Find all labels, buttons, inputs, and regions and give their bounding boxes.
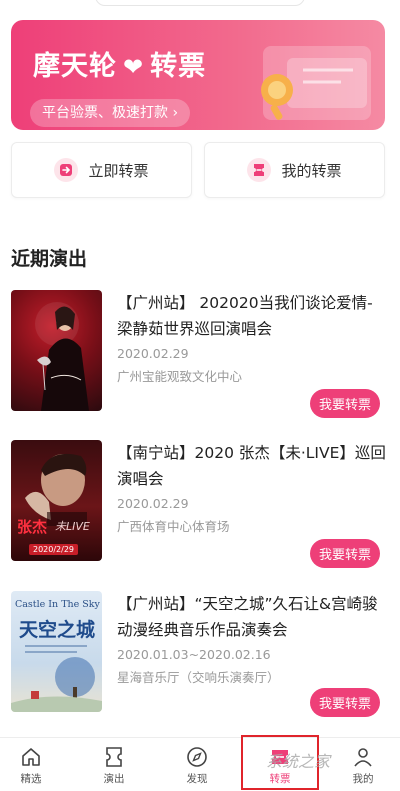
top-edge — [0, 0, 400, 10]
event-venue: 广西体育中心体育场 — [117, 519, 230, 534]
ticket-illustration-icon — [261, 46, 371, 120]
event-title: 【广州站】 202020当我们谈论爱情-梁静茹世界巡回演唱会 — [117, 294, 373, 338]
tab-label: 我的 — [352, 773, 374, 785]
action-cards: 立即转票 我的转票 — [11, 142, 385, 198]
banner-title: 摩天轮 ❤ 转票 — [33, 44, 206, 83]
my-transfers-label: 我的转票 — [281, 161, 342, 180]
transfer-ticket-button[interactable]: 我要转票 — [310, 389, 380, 418]
tab-mine[interactable]: 我的 — [323, 738, 400, 791]
tab-featured[interactable]: 精选 — [0, 738, 71, 791]
tab-label: 发现 — [186, 773, 208, 785]
watermark: 系统之家 — [266, 752, 331, 771]
compass-icon — [187, 747, 207, 767]
singer-silhouette-icon — [35, 302, 89, 411]
event-venue: 广州宝能观致文化中心 — [117, 369, 243, 384]
event-card[interactable]: 【广州站】 202020当我们谈论爱情-梁静茹世界巡回演唱会 2020.02.2… — [11, 290, 389, 418]
singer-portrait-icon — [25, 453, 87, 526]
transfer-ticket-button[interactable]: 我要转票 — [310, 539, 380, 568]
castle-tree-icon — [11, 645, 102, 712]
poster-name: 张杰 — [17, 518, 48, 536]
event-card[interactable]: 张杰 未LIVE 2020/2/29 【南宁站】2020 张杰【未·LIVE】巡… — [11, 440, 389, 568]
poster-live: 未LIVE — [55, 520, 90, 533]
heart-icon: ❤ — [123, 53, 145, 81]
event-date: 2020.02.29 — [117, 496, 189, 511]
poster-date: 2020/2/29 — [29, 544, 79, 555]
event-venue: 星海音乐厅（交响乐演奏厅） — [117, 670, 280, 685]
tab-label: 演出 — [103, 773, 125, 785]
banner-title-right: 转票 — [150, 51, 207, 82]
event-date: 2020.01.03~2020.02.16 — [117, 647, 271, 662]
event-title: 【南宁站】2020 张杰【未·LIVE】巡回演唱会 — [117, 444, 386, 488]
banner-subtitle[interactable]: 平台验票、极速打款 › — [30, 99, 191, 127]
transfer-now-button[interactable]: 立即转票 — [11, 142, 192, 198]
tab-discover[interactable]: 发现 — [157, 738, 237, 791]
tab-label: 精选 — [20, 773, 42, 785]
bottom-tab-bar: 精选 演出 发现 转票 我的 — [0, 737, 400, 791]
transfer-ticket-button[interactable]: 我要转票 — [310, 688, 380, 717]
event-card[interactable]: Castle In The Sky 天空之城 【广州站】“天空之城”久石让&宫崎… — [11, 591, 389, 717]
my-transfers-button[interactable]: 我的转票 — [204, 142, 385, 198]
ticket-icon — [106, 747, 122, 767]
event-poster[interactable] — [11, 290, 102, 411]
section-title: 近期演出 — [11, 248, 88, 270]
transfer-now-label: 立即转票 — [88, 161, 149, 180]
event-date: 2020.02.29 — [117, 346, 189, 361]
banner-title-left: 摩天轮 — [33, 51, 117, 82]
event-poster[interactable]: 张杰 未LIVE 2020/2/29 — [11, 440, 102, 561]
tab-shows[interactable]: 演出 — [74, 738, 154, 791]
ticket-stub-icon — [247, 158, 272, 182]
search-bar-edge[interactable] — [95, 0, 305, 6]
promo-banner[interactable]: 摩天轮 ❤ 转票 平台验票、极速打款 › — [11, 20, 385, 130]
arrow-right-icon — [54, 158, 79, 182]
event-title: 【广州站】“天空之城”久石让&宫崎骏动漫经典音乐作品演奏会 — [117, 595, 378, 639]
event-poster[interactable]: Castle In The Sky 天空之城 — [11, 591, 102, 712]
home-icon — [22, 748, 40, 766]
user-icon — [354, 748, 372, 767]
